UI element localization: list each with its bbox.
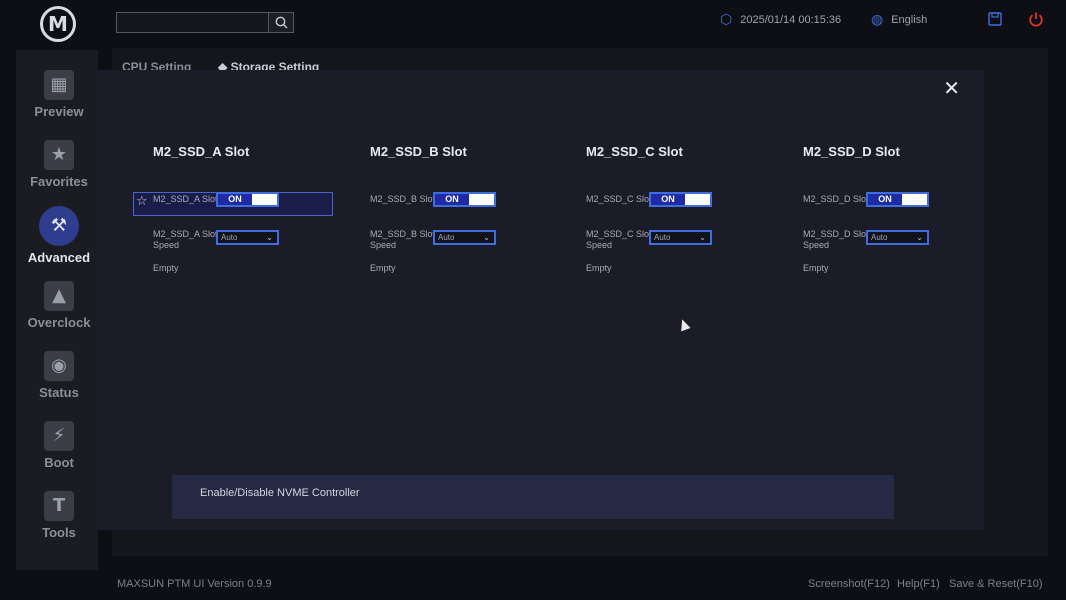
tools-icon: ⚒ — [39, 206, 79, 246]
power-icon — [1029, 12, 1043, 27]
sidebar-item-label: Overclock — [27, 315, 91, 330]
grid-icon: ▦ — [44, 70, 74, 100]
slot-status: Empty — [803, 263, 829, 273]
slot-status: Empty — [586, 263, 612, 273]
storage-setting-modal: ✕ ☆ M2_SSD_A Slot M2_SSD_A Slot ON M2_SS… — [96, 70, 984, 530]
slot-status: Empty — [153, 263, 179, 273]
chevron-down-icon: ⌄ — [483, 233, 490, 242]
clock-icon: ⬡ — [720, 12, 733, 28]
slot-speed-select[interactable]: Auto ⌄ — [649, 230, 712, 245]
close-icon[interactable]: ✕ — [943, 76, 960, 100]
sidebar-item-boot[interactable]: ⚡ Boot — [16, 421, 102, 470]
toggle-value: ON — [218, 194, 252, 205]
slot-title: M2_SSD_A Slot — [153, 144, 250, 159]
globe-icon: ◍ — [871, 12, 884, 28]
help-button[interactable]: Help(F1) — [897, 578, 940, 590]
slot-speed-select[interactable]: Auto ⌄ — [866, 230, 929, 245]
screenshot-button[interactable]: Screenshot(F12) — [808, 578, 890, 590]
slot-title: M2_SSD_C Slot — [586, 144, 683, 159]
sidebar-item-label: Boot — [44, 455, 74, 470]
toggle-value: ON — [651, 194, 685, 205]
datetime-text: 2025/01/14 00:15:36 — [740, 14, 842, 26]
chevron-down-icon: ⌄ — [916, 233, 923, 242]
save-button[interactable] — [988, 12, 1002, 31]
sidebar-item-label: Tools — [42, 525, 76, 540]
slot-toggle[interactable]: ON — [649, 192, 712, 207]
gauge-icon: ◉ — [44, 351, 74, 381]
sidebar-item-label: Advanced — [27, 250, 91, 265]
select-value: Auto — [438, 233, 455, 242]
search-button[interactable] — [268, 12, 294, 33]
chevron-down-icon: ⌄ — [699, 233, 706, 242]
slot-speed-select[interactable]: Auto ⌄ — [433, 230, 496, 245]
datetime-display: ⬡ 2025/01/14 00:15:36 — [720, 12, 841, 28]
language-text: English — [891, 14, 928, 26]
favorite-star-icon[interactable]: ☆ — [136, 194, 148, 209]
boot-drive-icon: ⚡ — [44, 421, 74, 451]
rocket-icon: ▲ — [44, 281, 74, 311]
sidebar-item-status[interactable]: ◉ Status — [16, 351, 102, 400]
slot-toggle[interactable]: ON — [866, 192, 929, 207]
slot-speed-select[interactable]: Auto ⌄ — [216, 230, 279, 245]
sidebar-item-advanced[interactable]: ⚒ Advanced — [16, 206, 102, 265]
sidebar-item-preview[interactable]: ▦ Preview — [16, 70, 102, 119]
slot-column-b: M2_SSD_B Slot M2_SSD_B Slot ON M2_SSD_B … — [370, 144, 570, 273]
maxsun-logo: M — [40, 6, 76, 42]
sidebar-item-label: Status — [39, 385, 79, 400]
sidebar-item-overclock[interactable]: ▲ Overclock — [16, 281, 102, 330]
slot-toggle[interactable]: ON — [216, 192, 279, 207]
select-value: Auto — [221, 233, 238, 242]
search-icon — [275, 16, 287, 29]
chevron-down-icon: ⌄ — [266, 233, 273, 242]
star-icon: ★ — [44, 140, 74, 170]
help-text: Enable/Disable NVME Controller — [200, 487, 360, 499]
slot-status: Empty — [370, 263, 396, 273]
help-description-box: Enable/Disable NVME Controller — [172, 475, 894, 519]
slot-title: M2_SSD_D Slot — [803, 144, 900, 159]
language-selector[interactable]: ◍ English — [871, 12, 927, 28]
slot-column-c: M2_SSD_C Slot M2_SSD_C Slot ON M2_SSD_C … — [586, 144, 786, 273]
hammer-icon: T — [44, 491, 74, 521]
save-icon — [988, 12, 1002, 26]
power-button[interactable] — [1028, 11, 1044, 32]
slot-column-a: M2_SSD_A Slot M2_SSD_A Slot ON M2_SSD_A … — [153, 144, 353, 273]
version-text: MAXSUN PTM UI Version 0.9.9 — [117, 578, 272, 590]
slot-column-d: M2_SSD_D Slot M2_SSD_D Slot ON M2_SSD_D … — [803, 144, 1003, 273]
sidebar-item-label: Preview — [34, 104, 84, 119]
sidebar-item-favorites[interactable]: ★ Favorites — [16, 140, 102, 189]
sidebar-item-label: Favorites — [30, 174, 88, 189]
select-value: Auto — [654, 233, 671, 242]
toggle-value: ON — [868, 194, 902, 205]
toggle-value: ON — [435, 194, 469, 205]
save-reset-button[interactable]: Save & Reset(F10) — [949, 578, 1043, 590]
slot-toggle[interactable]: ON — [433, 192, 496, 207]
select-value: Auto — [871, 233, 888, 242]
slot-title: M2_SSD_B Slot — [370, 144, 467, 159]
sidebar-item-tools[interactable]: T Tools — [16, 491, 102, 540]
